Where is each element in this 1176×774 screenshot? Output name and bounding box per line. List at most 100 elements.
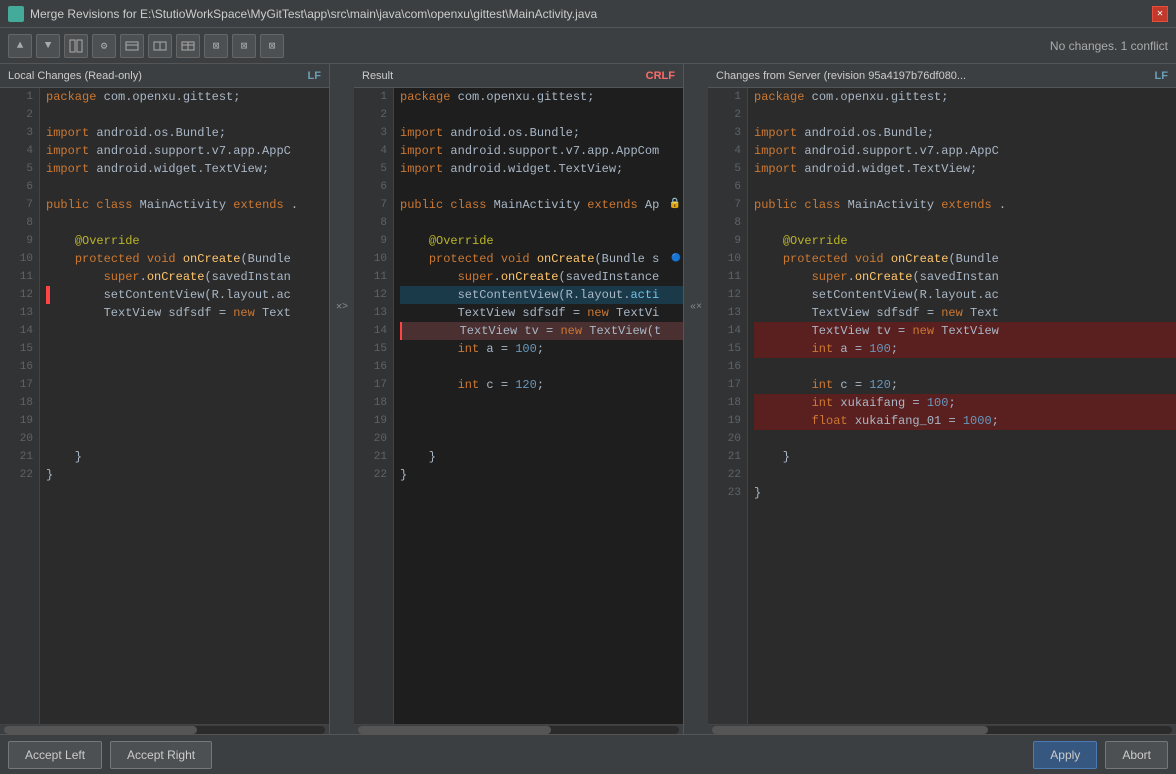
right-code-lines: package com.openxu.gittest; import andro…	[748, 88, 1176, 724]
accept-left-button[interactable]: Accept Left	[8, 741, 102, 769]
bottom-bar: Accept Left Accept Right Apply Abort	[0, 734, 1176, 774]
action1-button[interactable]	[120, 34, 144, 58]
apply-button[interactable]: Apply	[1033, 741, 1097, 769]
left-line-numbers: 12345 678910 1112131415 1617181920 2122	[0, 88, 40, 724]
right-line-22	[754, 466, 1176, 484]
center-line-4: import android.support.v7.app.AppCom	[400, 142, 683, 160]
center-line-3: import android.os.Bundle;	[400, 124, 683, 142]
conflict3-button[interactable]: ⊠	[260, 34, 284, 58]
center-line-2	[400, 106, 683, 124]
center-line-22: }	[400, 466, 683, 484]
center-line-17: int c = 120;	[400, 376, 683, 394]
left-line-12: setContentView(R.layout.ac	[46, 286, 329, 304]
settings-button[interactable]: ⚙	[92, 34, 116, 58]
center-line-5: import android.widget.TextView;	[400, 160, 683, 178]
center-panel-header: Result CRLF	[354, 64, 683, 88]
left-line-14	[46, 322, 329, 340]
right-line-16	[754, 358, 1176, 376]
center-line-6	[400, 178, 683, 196]
left-line-6	[46, 178, 329, 196]
toolbar: ▲ ▼ ⚙ ⊠ ⊠ ⊠ No changes. 1 conflict	[0, 28, 1176, 64]
prev-change-button[interactable]: ▲	[8, 34, 32, 58]
left-scrollbar[interactable]	[0, 724, 329, 734]
right-line-4: import android.support.v7.app.AppC	[754, 142, 1176, 160]
right-line-5: import android.widget.TextView;	[754, 160, 1176, 178]
left-line-10: protected void onCreate(Bundle	[46, 250, 329, 268]
center-panel-label: CRLF	[646, 70, 675, 82]
action2-button[interactable]	[148, 34, 172, 58]
right-line-8	[754, 214, 1176, 232]
center-line-8	[400, 214, 683, 232]
left-code-lines: package com.openxu.gittest; import andro…	[40, 88, 329, 724]
left-line-11: super.onCreate(savedInstan	[46, 268, 329, 286]
center-panel-body: 12345 678910 1112131415 1617181920 2122 …	[354, 88, 683, 724]
right-panel-label: LF	[1155, 70, 1168, 82]
center-code-lines: package com.openxu.gittest; import andro…	[394, 88, 683, 724]
center-panel: Result CRLF 12345 678910 1112131415 1617…	[354, 64, 684, 734]
right-panel-header: Changes from Server (revision 95a4197b76…	[708, 64, 1176, 88]
left-line-1: package com.openxu.gittest;	[46, 88, 329, 106]
right-line-20	[754, 430, 1176, 448]
right-line-18: int xukaifang = 100;	[754, 394, 1176, 412]
right-line-19: float xukaifang_01 = 1000;	[754, 412, 1176, 430]
right-line-7: public class MainActivity extends .	[754, 196, 1176, 214]
right-line-2	[754, 106, 1176, 124]
conflict2-button[interactable]: ⊠	[232, 34, 256, 58]
left-panel-body: 12345 678910 1112131415 1617181920 2122 …	[0, 88, 329, 724]
right-line-21: }	[754, 448, 1176, 466]
next-change-button[interactable]: ▼	[36, 34, 60, 58]
close-button[interactable]: ✕	[1152, 6, 1168, 22]
center-panel-title: Result	[362, 70, 393, 82]
right-panel-title: Changes from Server (revision 95a4197b76…	[716, 70, 966, 82]
center-line-11: super.onCreate(savedInstance	[400, 268, 683, 286]
right-line-10: protected void onCreate(Bundle	[754, 250, 1176, 268]
left-panel-title: Local Changes (Read-only)	[8, 70, 142, 82]
right-panel: Changes from Server (revision 95a4197b76…	[708, 64, 1176, 734]
center-line-21: }	[400, 448, 683, 466]
left-panel: Local Changes (Read-only) LF 12345 67891…	[0, 64, 330, 734]
window-title: Merge Revisions for E:\StutioWorkSpace\M…	[30, 7, 1152, 21]
left-line-13: TextView sdfsdf = new Text	[46, 304, 329, 322]
right-line-9: @Override	[754, 232, 1176, 250]
center-line-19	[400, 412, 683, 430]
center-line-16	[400, 358, 683, 376]
right-panel-body: 12345 678910 1112131415 1617181920 21222…	[708, 88, 1176, 724]
right-line-15: int a = 100;	[754, 340, 1176, 358]
left-line-18	[46, 394, 329, 412]
left-line-4: import android.support.v7.app.AppC	[46, 142, 329, 160]
action3-button[interactable]	[176, 34, 200, 58]
left-line-7: public class MainActivity extends .	[46, 196, 329, 214]
center-line-1: package com.openxu.gittest;	[400, 88, 683, 106]
abort-button[interactable]: Abort	[1105, 741, 1168, 769]
conflict1-button[interactable]: ⊠	[204, 34, 228, 58]
center-line-12: setContentView(R.layout.acti	[400, 286, 683, 304]
left-panel-label: LF	[308, 70, 321, 82]
center-scrollbar[interactable]	[354, 724, 683, 734]
right-line-13: TextView sdfsdf = new Text	[754, 304, 1176, 322]
center-line-numbers: 12345 678910 1112131415 1617181920 2122	[354, 88, 394, 724]
left-line-21: }	[46, 448, 329, 466]
center-line-15: int a = 100;	[400, 340, 683, 358]
conflict-arrow-left[interactable]: ✕>	[336, 298, 348, 316]
app-icon	[8, 6, 24, 22]
center-line-10: protected void onCreate(Bundle s🔵	[400, 250, 683, 268]
left-line-16	[46, 358, 329, 376]
right-arrows-col: «×	[684, 64, 708, 734]
left-line-8	[46, 214, 329, 232]
left-line-17	[46, 376, 329, 394]
left-line-9: @Override	[46, 232, 329, 250]
status-text: No changes. 1 conflict	[1050, 39, 1168, 53]
center-line-20	[400, 430, 683, 448]
right-scrollbar[interactable]	[708, 724, 1176, 734]
main-content: Local Changes (Read-only) LF 12345 67891…	[0, 64, 1176, 734]
accept-right-button[interactable]: Accept Right	[110, 741, 212, 769]
left-line-19	[46, 412, 329, 430]
left-line-2	[46, 106, 329, 124]
right-line-23: }	[754, 484, 1176, 502]
conflict-arrow-right[interactable]: «×	[690, 298, 702, 316]
center-line-13: TextView sdfsdf = new TextVi	[400, 304, 683, 322]
center-line-9: @Override	[400, 232, 683, 250]
view-toggle-button[interactable]	[64, 34, 88, 58]
right-line-1: package com.openxu.gittest;	[754, 88, 1176, 106]
left-line-15	[46, 340, 329, 358]
